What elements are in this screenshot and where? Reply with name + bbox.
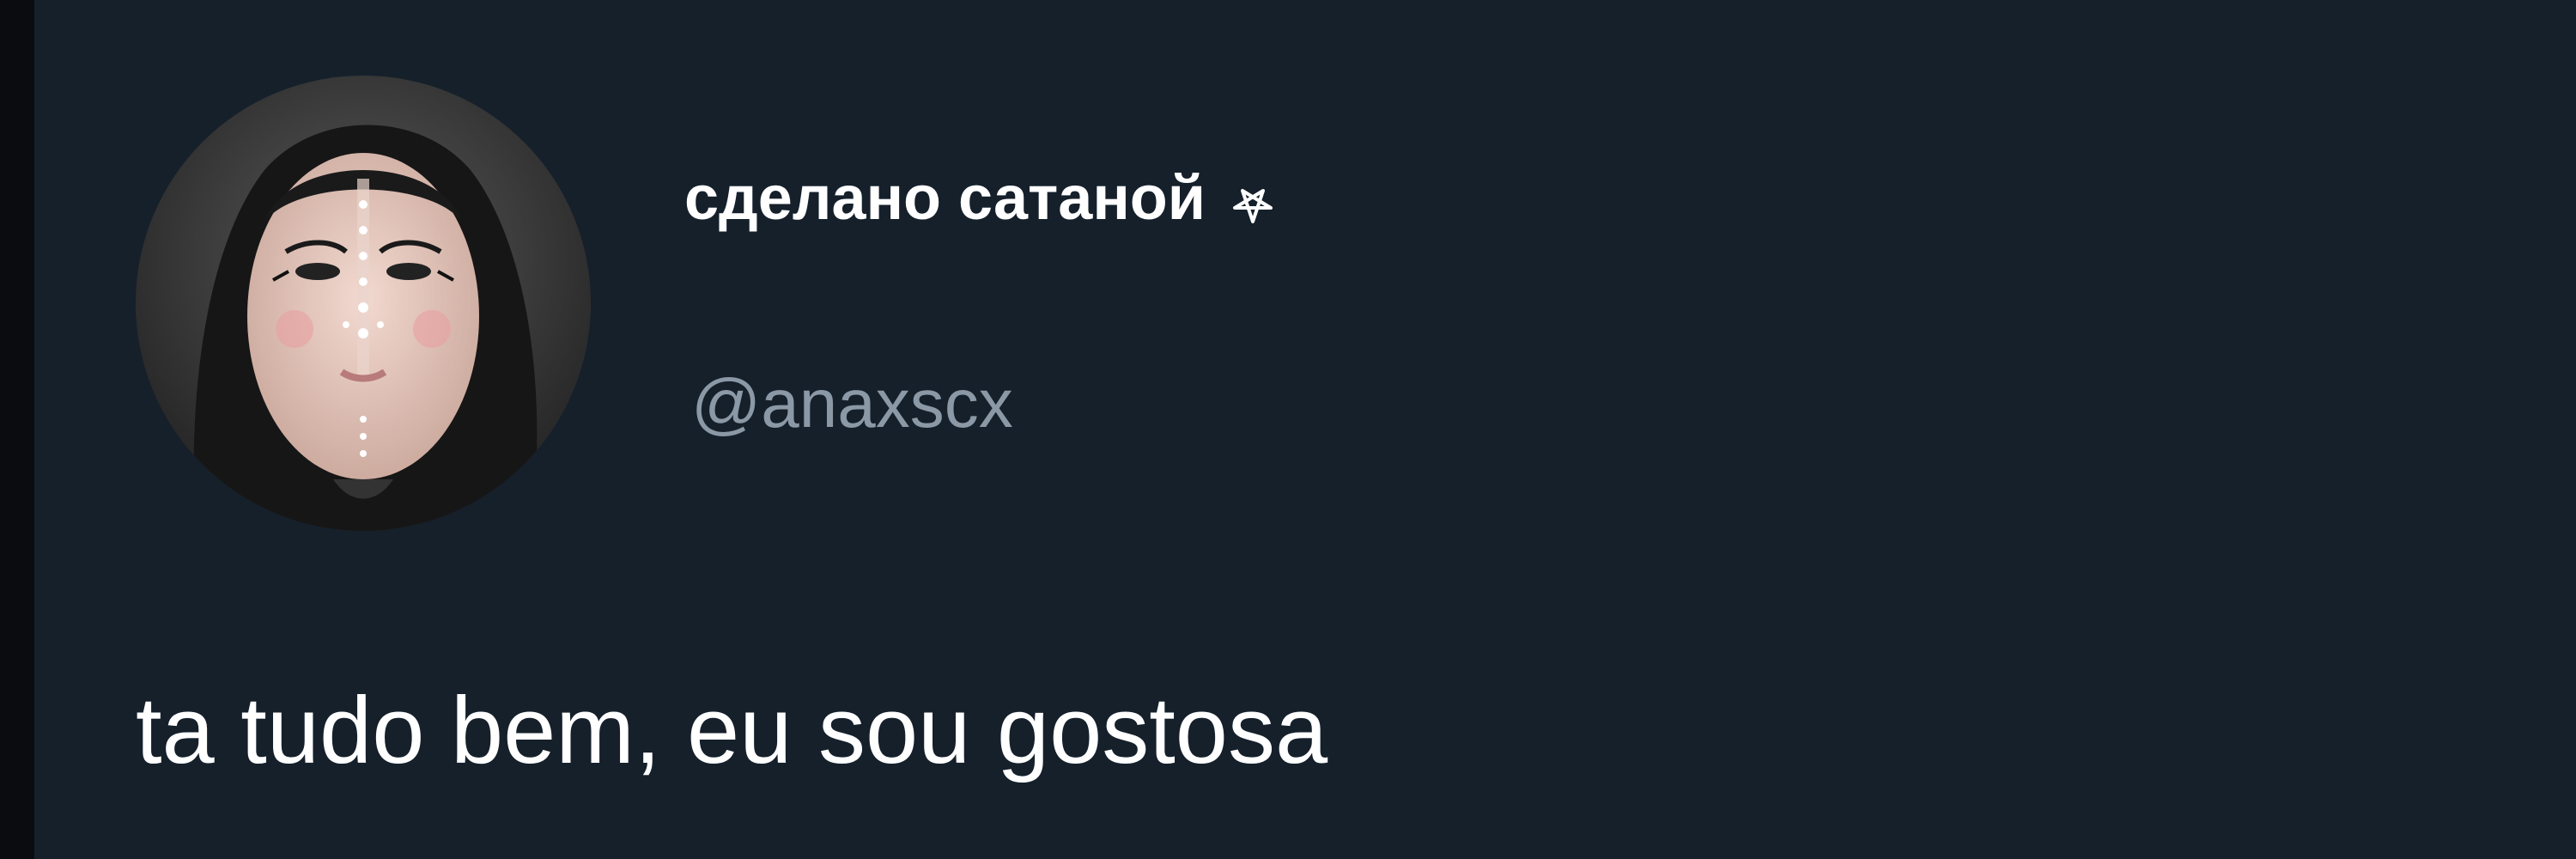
avatar[interactable] — [136, 76, 591, 531]
left-edge-strip — [0, 0, 34, 859]
avatar-image — [136, 76, 591, 531]
pentagram-icon — [1224, 170, 1281, 227]
display-name-row: сделано сатаной — [684, 168, 1281, 229]
display-name[interactable]: сделано сатаной — [684, 168, 1206, 229]
user-handle[interactable]: @anaxscx — [691, 369, 1013, 438]
tweet-text: ta tudo bem, eu sou gostosa — [136, 678, 1328, 783]
tweet-card: сделано сатаной @anaxscx ta tudo bem, eu… — [34, 0, 2576, 859]
